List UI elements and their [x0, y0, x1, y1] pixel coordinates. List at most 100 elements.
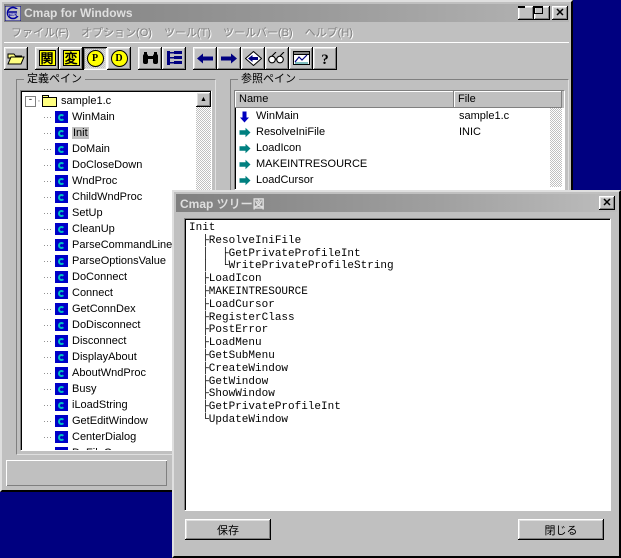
dialog-titlebar[interactable]: Cmap ツリー図 ✕	[176, 194, 617, 212]
table-row[interactable]: MAKEINTRESOURCE	[235, 156, 564, 172]
tree-item-label: Connect	[72, 287, 113, 299]
function-icon	[55, 223, 68, 235]
minimize-button[interactable]	[518, 6, 534, 20]
close-button[interactable]: 閉じる	[518, 519, 604, 540]
forward-button[interactable]	[217, 46, 241, 70]
function-icon	[55, 175, 68, 187]
tree-item-label: WinMain	[72, 111, 115, 123]
menu-item-tools[interactable]: ツール(T)	[161, 23, 220, 41]
search-button[interactable]	[138, 46, 162, 70]
function-icon	[55, 191, 68, 203]
table-row[interactable]: ResolveIniFile INIC	[235, 124, 564, 140]
view-source-button[interactable]	[265, 46, 289, 70]
chart-button[interactable]	[289, 46, 313, 70]
define-toggle-button[interactable]: D	[107, 46, 131, 70]
reference-name: MAKEINTRESOURCE	[256, 158, 368, 170]
diamond-arrow-left-icon	[244, 50, 262, 66]
close-button[interactable]: ✕	[552, 6, 568, 20]
reference-name: LoadCursor	[256, 174, 314, 186]
dialog-close-button[interactable]: ✕	[599, 196, 615, 210]
arrow-right-green-icon	[239, 159, 251, 170]
reference-name: LoadIcon	[256, 142, 302, 154]
function-filter-button[interactable]: 関	[35, 46, 59, 70]
tree-item-label: iLoadString	[72, 399, 128, 411]
function-icon	[55, 319, 68, 331]
tree-item[interactable]: ··· Init	[21, 125, 211, 141]
binoculars-icon	[142, 51, 158, 64]
tree-expander[interactable]: -	[25, 95, 36, 107]
function-icon	[55, 335, 68, 347]
reference-listview-scrollbar[interactable]	[550, 108, 562, 187]
arrow-right-green-icon	[239, 143, 251, 154]
menu-item-help[interactable]: ヘルプ(H)	[302, 23, 362, 41]
arrow-right-green-icon	[239, 175, 251, 186]
tree-view-button[interactable]	[162, 46, 186, 70]
function-icon	[55, 271, 68, 283]
tree-root-item[interactable]: - · sample1.c	[21, 93, 211, 109]
function-icon	[55, 239, 68, 251]
open-file-button[interactable]	[4, 46, 28, 70]
tree-item[interactable]: ··· WinMain	[21, 109, 211, 125]
folder-icon	[42, 95, 57, 107]
function-icon	[55, 415, 68, 427]
scroll-up-button[interactable]: ▲	[196, 92, 211, 107]
maximize-button[interactable]	[534, 6, 550, 20]
kanji-hen-icon: 変	[62, 50, 80, 66]
function-icon	[55, 255, 68, 267]
menu-item-file[interactable]: ファイル(F)	[8, 23, 78, 41]
function-icon	[55, 287, 68, 299]
tree-item-label: Init	[72, 127, 89, 139]
tree-item[interactable]: ··· DoMain	[21, 141, 211, 157]
tree-item-label: Disconnect	[72, 335, 127, 347]
tree-item[interactable]: ··· DoCloseDown	[21, 157, 211, 173]
function-icon	[55, 367, 68, 379]
main-window-titlebar[interactable]: map Cmap for Windows ✕	[4, 4, 569, 22]
tree-item-label: ParseOptionsValue	[72, 255, 166, 267]
reference-listview-header: Name File	[235, 91, 564, 108]
jump-back-button[interactable]	[241, 46, 265, 70]
arrow-right-icon	[221, 53, 237, 63]
tree-item-label: GetConnDex	[72, 303, 136, 315]
column-header-file[interactable]: File	[454, 91, 562, 108]
save-button[interactable]: 保存	[185, 519, 271, 540]
column-header-name[interactable]: Name	[235, 91, 454, 108]
table-row[interactable]: WinMain sample1.c	[235, 108, 564, 124]
letter-p-icon: P	[86, 49, 104, 67]
function-icon	[55, 399, 68, 411]
menu-item-options[interactable]: オプション(O)	[78, 23, 161, 41]
tree-item-label: CenterDialog	[72, 431, 137, 443]
reference-file: INIC	[459, 126, 481, 138]
tree-item-label: DoFileO	[72, 447, 112, 450]
back-button[interactable]	[193, 46, 217, 70]
svg-text:map: map	[8, 11, 17, 16]
tree-item-label: DoConnect	[72, 271, 128, 283]
tree-item-label: Busy	[72, 383, 97, 395]
tree-item-label: DoMain	[72, 143, 110, 155]
main-window-title: Cmap for Windows	[24, 6, 133, 20]
question-mark-icon: ?	[321, 52, 329, 66]
definition-pane-title: 定義ペイン	[24, 73, 85, 85]
function-icon	[55, 207, 68, 219]
function-icon	[55, 303, 68, 315]
reference-name: ResolveIniFile	[256, 126, 326, 138]
menu-item-toolbar[interactable]: ツールバー(B)	[220, 23, 302, 41]
variable-filter-button[interactable]: 変	[59, 46, 83, 70]
reference-file: sample1.c	[459, 110, 510, 122]
tree-item-label: ChildWndProc	[72, 191, 143, 203]
prototype-toggle-button[interactable]: P	[83, 46, 107, 70]
arrow-down-blue-icon	[239, 111, 251, 122]
help-button[interactable]: ?	[313, 46, 337, 70]
tree-item[interactable]: ··· WndProc	[21, 173, 211, 189]
tree-diagram-dialog: Cmap ツリー図 ✕ Init ├ResolveIniFile │ ├GetP…	[172, 190, 621, 558]
function-icon	[55, 383, 68, 395]
kanji-kan-icon: 関	[38, 50, 56, 66]
toolbar: 関 変 P D ?	[4, 42, 569, 71]
table-row[interactable]: LoadIcon	[235, 140, 564, 156]
reference-listview[interactable]: Name File WinMain sample1.c ResolveIniFile…	[234, 90, 565, 190]
function-icon	[55, 351, 68, 363]
tree-item-label: GetEditWindow	[72, 415, 148, 427]
function-icon	[55, 143, 68, 155]
table-row[interactable]: LoadCursor	[235, 172, 564, 188]
reference-pane-title: 参照ペイン	[238, 73, 299, 85]
function-icon	[55, 159, 68, 171]
